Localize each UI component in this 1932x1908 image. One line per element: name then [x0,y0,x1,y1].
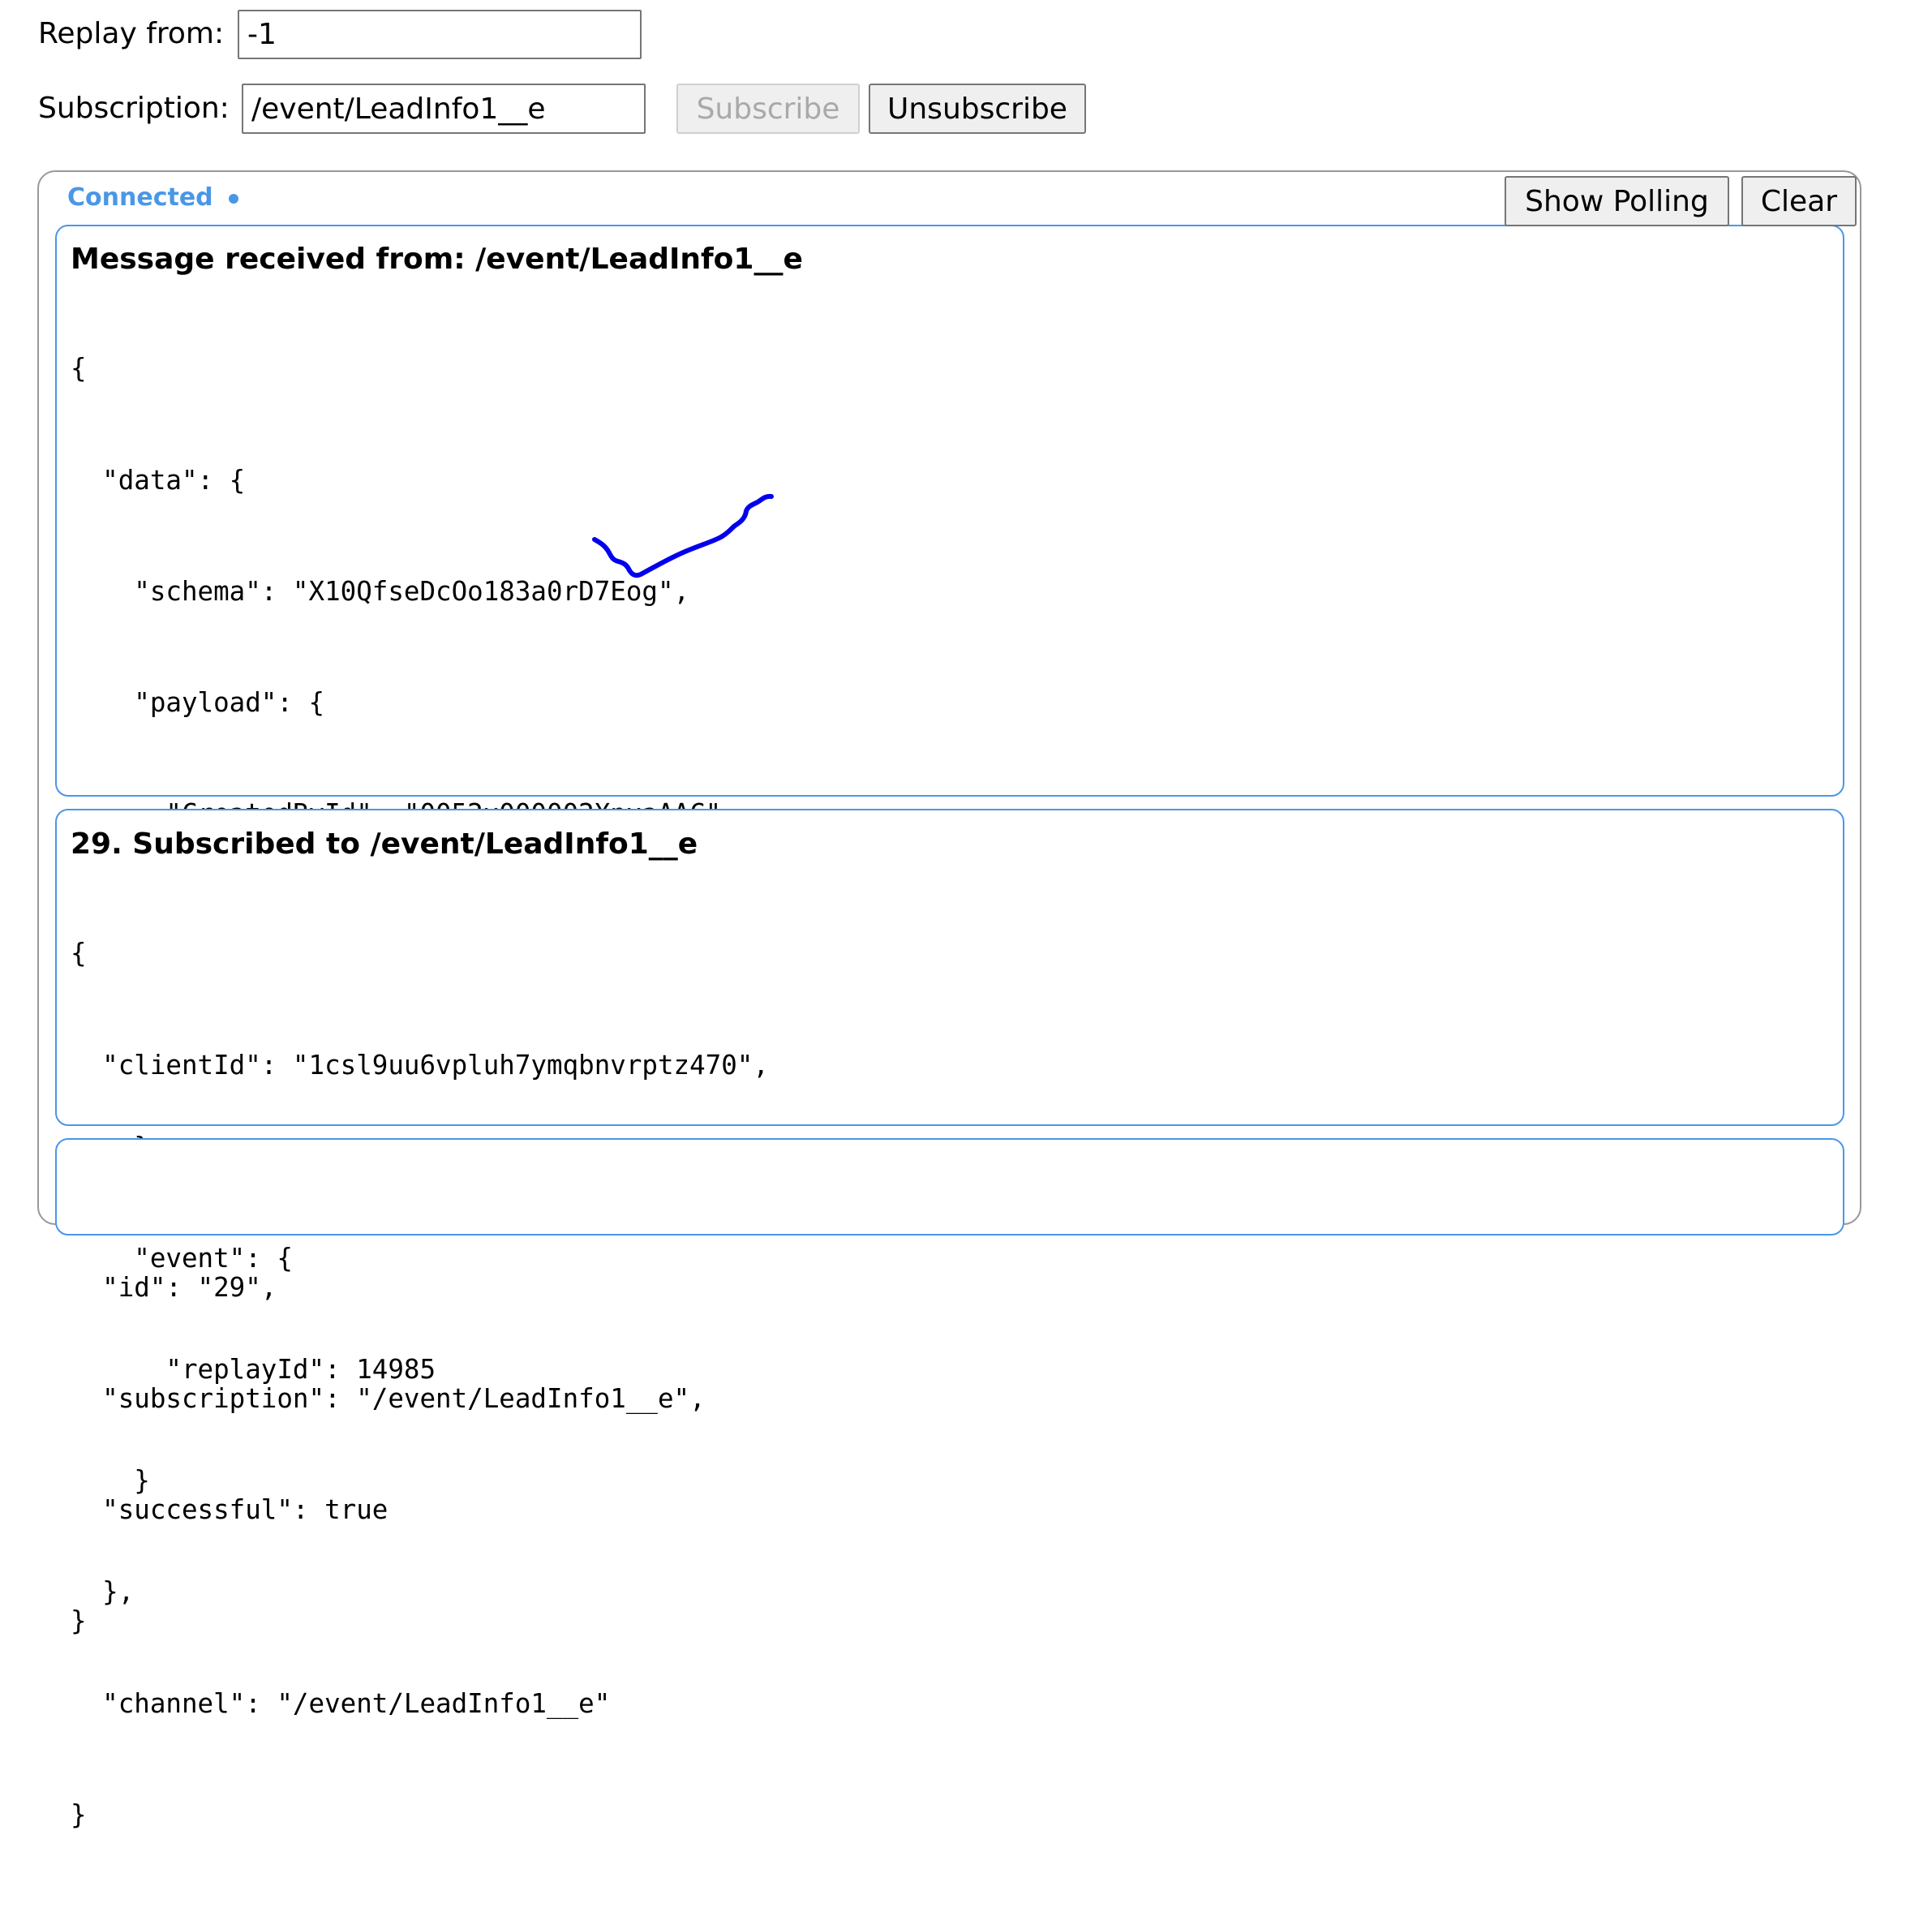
connection-status: Connected [67,183,213,212]
message-title: Message received from: /event/LeadInfo1_… [71,243,803,276]
json-line: { [71,938,87,969]
subscription-label: Subscription: [38,92,230,125]
json-line: "subscription": "/event/LeadInfo1__e", [71,1382,706,1414]
unsubscribe-button[interactable]: Unsubscribe [869,84,1086,134]
message-card [55,1138,1844,1235]
json-line: "id": "29", [71,1271,277,1303]
json-line: "schema": "X10QfseDcOo183a0rD7Eog", [71,575,690,607]
replay-from-input[interactable] [238,10,642,59]
subscription-input[interactable] [242,84,646,134]
json-line: "successful": true [71,1493,389,1525]
json-line: "clientId": "1csl9uu6vpluh7ymqbnvrptz470… [71,1049,769,1081]
json-line: "data": { [71,464,246,496]
subscribe-button[interactable]: Subscribe [676,84,860,134]
message-card: Message received from: /event/LeadInfo1_… [55,225,1844,1830]
clear-button[interactable]: Clear [1741,176,1857,226]
json-line: { [71,353,87,385]
message-title: 29. Subscribed to /event/LeadInfo1__e [71,827,698,861]
replay-from-label: Replay from: [38,17,225,50]
show-polling-button[interactable]: Show Polling [1505,176,1729,226]
status-dot-icon [229,194,238,204]
message-json: { "clientId": "1csl9uu6vpluh7ymqbnvrptz4… [71,862,769,1714]
json-line: } [71,1798,87,1830]
json-line: "payload": { [71,686,325,718]
message-card: 29. Subscribed to /event/LeadInfo1__e { … [55,809,1844,1636]
json-line: } [71,1605,87,1636]
